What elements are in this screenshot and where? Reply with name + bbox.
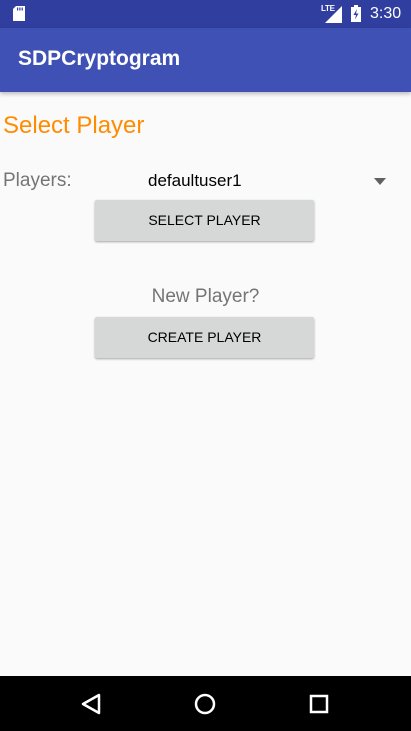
player-spinner[interactable]: defaultuser1: [136, 166, 398, 196]
page-title: Select Player: [3, 112, 145, 139]
app-bar: SDPCryptogram: [0, 28, 411, 92]
dropdown-arrow-icon: [374, 178, 386, 185]
recents-icon[interactable]: [301, 686, 337, 722]
status-clock: 3:30: [370, 5, 402, 22]
app-title: SDPCryptogram: [18, 47, 181, 70]
create-player-button[interactable]: CREATE PLAYER: [95, 317, 314, 358]
network-type-label: LTE: [321, 4, 335, 13]
home-icon[interactable]: [187, 686, 223, 722]
navigation-bar: [0, 676, 411, 731]
sd-card-icon: [13, 6, 25, 21]
select-player-button[interactable]: SELECT PLAYER: [95, 200, 314, 241]
players-label: Players:: [3, 170, 72, 191]
new-player-prompt: New Player?: [151, 286, 260, 307]
status-bar: LTE 3:30: [0, 0, 411, 28]
selected-player-value: defaultuser1: [148, 171, 242, 190]
back-icon[interactable]: [73, 686, 109, 722]
battery-charging-icon: [351, 5, 361, 22]
